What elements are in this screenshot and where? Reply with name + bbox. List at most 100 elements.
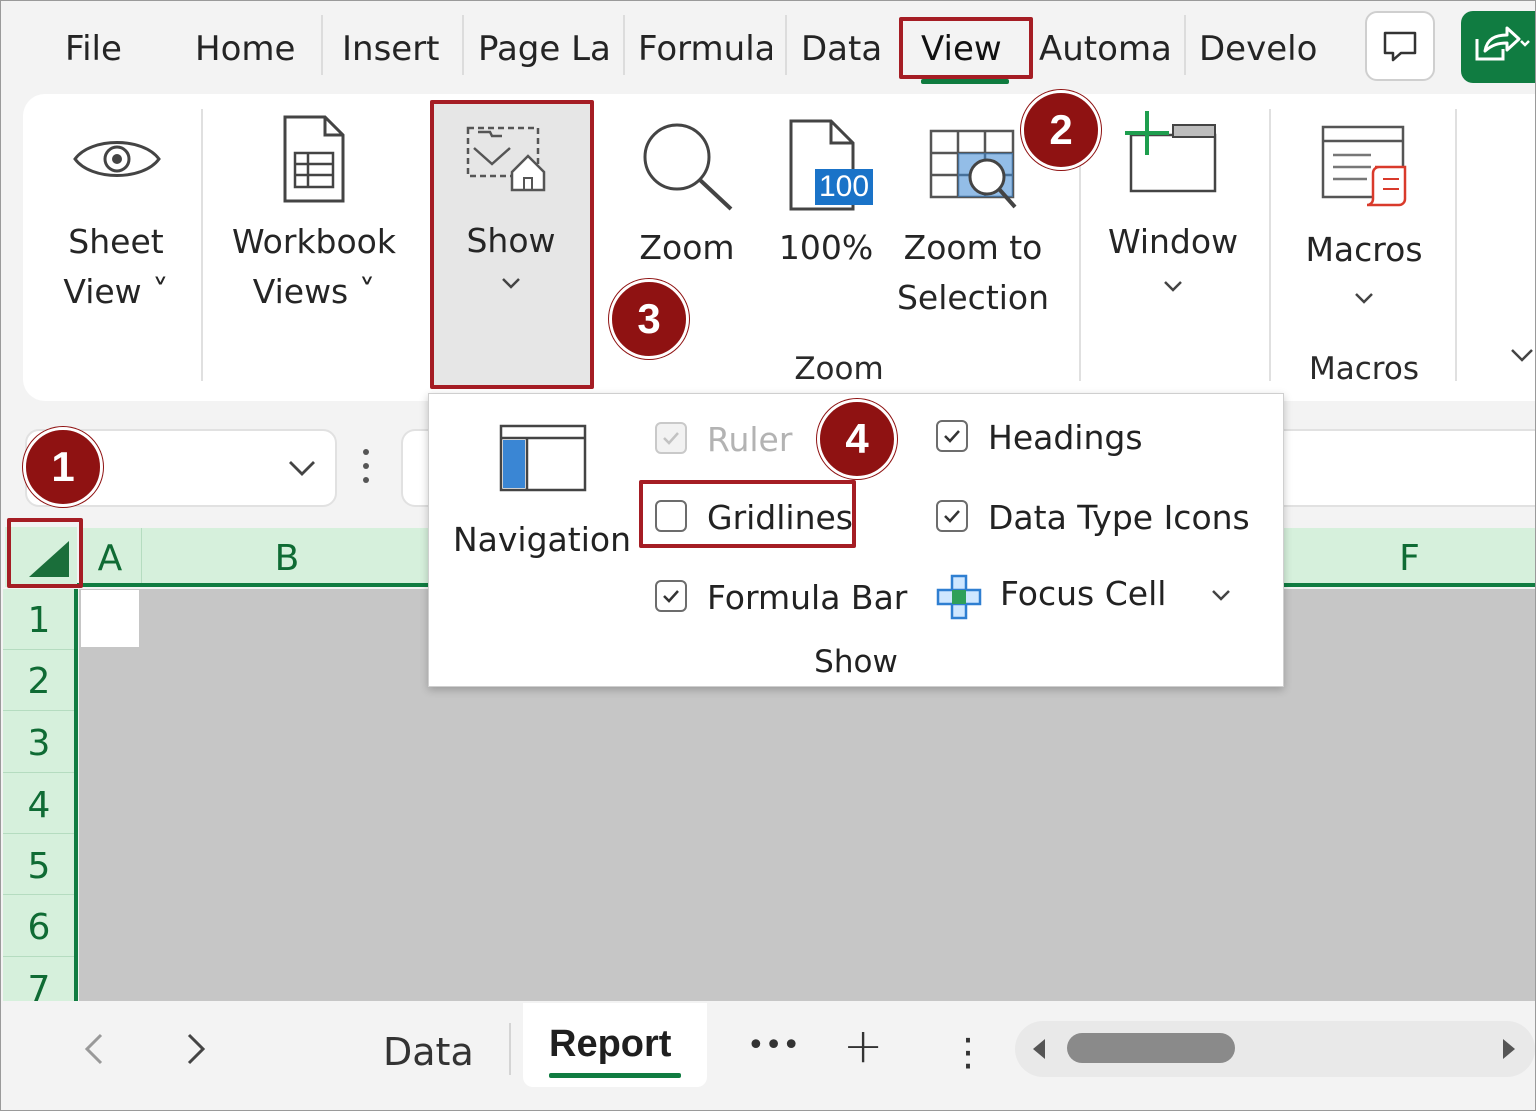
sheet-view-label-line1: Sheet (68, 222, 164, 261)
zoom-100-button[interactable]: 100 100% (771, 111, 881, 281)
show-label: Show (466, 221, 556, 260)
tab-view[interactable]: View (921, 27, 1002, 71)
column-header-f[interactable]: F (1282, 528, 1535, 586)
tab-page-layout[interactable]: Page La (478, 27, 612, 71)
scroll-left-icon[interactable] (1029, 1037, 1049, 1061)
headings-option[interactable]: Headings (934, 416, 1174, 460)
row-header-3[interactable]: 3 (3, 711, 75, 773)
row-header-5[interactable]: 5 (3, 834, 75, 895)
workbook-icon (283, 115, 345, 203)
window-label: Window (1107, 222, 1239, 261)
tab-separator (623, 15, 625, 75)
data-type-icons-option[interactable]: Data Type Icons (934, 496, 1254, 540)
step-badge-3: 3 (609, 279, 689, 359)
tab-separator (1184, 15, 1186, 75)
select-all-triangle-icon (29, 541, 69, 577)
column-header-a[interactable]: A (79, 528, 141, 586)
row-header-1[interactable]: 1 (3, 589, 75, 650)
sheet-tab-data[interactable]: Data (383, 1027, 474, 1077)
checkmark-icon (944, 430, 960, 443)
add-sheet-button[interactable]: + (843, 1021, 883, 1071)
zoom-to-selection-label-line2: Selection (896, 278, 1050, 317)
data-type-icons-label: Data Type Icons (988, 498, 1250, 537)
tab-formulas[interactable]: Formula (638, 27, 772, 71)
zoom-button[interactable]: Zoom (625, 111, 749, 281)
chevron-down-icon[interactable] (1210, 588, 1232, 602)
ruler-option[interactable]: Ruler (653, 418, 833, 462)
gridlines-checkbox[interactable] (655, 500, 687, 532)
headings-checkbox[interactable] (936, 420, 968, 452)
more-sheets-button[interactable]: ••• (747, 1021, 800, 1071)
navigation-button[interactable]: Navigation (449, 418, 639, 559)
show-icon (466, 126, 546, 192)
share-button[interactable] (1461, 11, 1535, 83)
checkmark-icon (663, 590, 679, 603)
formula-bar-option[interactable]: Formula Bar (653, 576, 907, 620)
cell-a1[interactable] (81, 590, 139, 647)
ruler-label: Ruler (707, 420, 793, 459)
chevron-left-icon[interactable] (81, 1031, 109, 1067)
chevron-right-icon[interactable] (181, 1031, 209, 1067)
new-window-icon (1125, 111, 1217, 193)
chevron-down-icon (502, 278, 520, 289)
sheet-view-button[interactable]: Sheet View ˅ (41, 111, 191, 331)
macros-label: Macros (1305, 230, 1423, 269)
comments-button[interactable] (1365, 11, 1435, 81)
scrollbar-thumb[interactable] (1067, 1033, 1235, 1063)
gridlines-label: Gridlines (707, 498, 854, 537)
horizontal-scrollbar[interactable] (1015, 1021, 1535, 1077)
formula-bar-grip[interactable] (361, 447, 371, 487)
window-button[interactable]: Window (1097, 107, 1249, 307)
select-all-button[interactable] (5, 527, 77, 587)
row-header-4[interactable]: 4 (3, 773, 75, 834)
focus-cell-option[interactable]: Focus Cell (934, 572, 1256, 620)
group-separator (1269, 109, 1271, 381)
step-badge-2: 2 (1021, 90, 1101, 170)
scroll-right-icon[interactable] (1499, 1037, 1519, 1061)
sheet-options-button[interactable]: ⋮ (949, 1027, 987, 1077)
row-header-rightline (74, 589, 78, 1001)
focus-cell-icon (936, 574, 982, 620)
navigation-pane-icon (499, 424, 587, 492)
data-type-icons-checkbox[interactable] (936, 500, 968, 532)
headings-label: Headings (988, 418, 1143, 457)
column-header-b[interactable]: B (142, 528, 432, 586)
tab-automate[interactable]: Automa (1039, 27, 1173, 71)
zoom-to-selection-label-line1: Zoom to (903, 228, 1043, 267)
row-header-2[interactable]: 2 (3, 650, 75, 711)
chevron-down-icon (1355, 293, 1373, 304)
tab-home[interactable]: Home (195, 27, 295, 71)
checkmark-icon (944, 510, 960, 523)
ruler-checkbox[interactable] (655, 422, 687, 454)
workbook-views-button[interactable]: Workbook Views ˅ (223, 111, 405, 331)
sheet-view-label-line2: View ˅ (63, 272, 169, 311)
show-button[interactable]: Show (430, 100, 592, 386)
zoom-100-label: 100% (778, 228, 874, 267)
focus-cell-label: Focus Cell (1000, 574, 1167, 613)
formula-bar-checkbox[interactable] (655, 580, 687, 612)
tab-data[interactable]: Data (801, 27, 882, 71)
group-separator (201, 109, 203, 381)
macros-icon (1321, 125, 1407, 207)
zoom-selection-icon (929, 129, 1017, 209)
step-badge-4: 4 (817, 399, 897, 479)
macros-group-label: Macros (1309, 351, 1419, 387)
column-header-underline (1282, 583, 1535, 587)
zoom-100-badge: 100 (818, 170, 870, 203)
macros-button[interactable]: Macros (1289, 111, 1439, 321)
row-header-6[interactable]: 6 (3, 895, 75, 957)
collapse-ribbon-chevron-icon[interactable] (1509, 347, 1535, 363)
sheet-tab-report-label: Report (549, 1023, 672, 1065)
navigation-label: Navigation (453, 520, 631, 559)
gridlines-option[interactable]: Gridlines (653, 496, 863, 540)
formula-bar-input[interactable] (1271, 429, 1535, 507)
tab-insert[interactable]: Insert (342, 27, 440, 71)
eye-icon (73, 141, 161, 177)
tab-developer[interactable]: Develo (1199, 27, 1331, 71)
workbook-views-label-line2: Views ˅ (252, 272, 376, 311)
tab-separator (462, 15, 464, 75)
sheet-tab-report[interactable]: Report (523, 1003, 707, 1087)
sheet-tab-separator (509, 1023, 511, 1075)
tab-file[interactable]: File (65, 27, 122, 71)
row-header-7[interactable]: 7 (3, 957, 75, 1001)
